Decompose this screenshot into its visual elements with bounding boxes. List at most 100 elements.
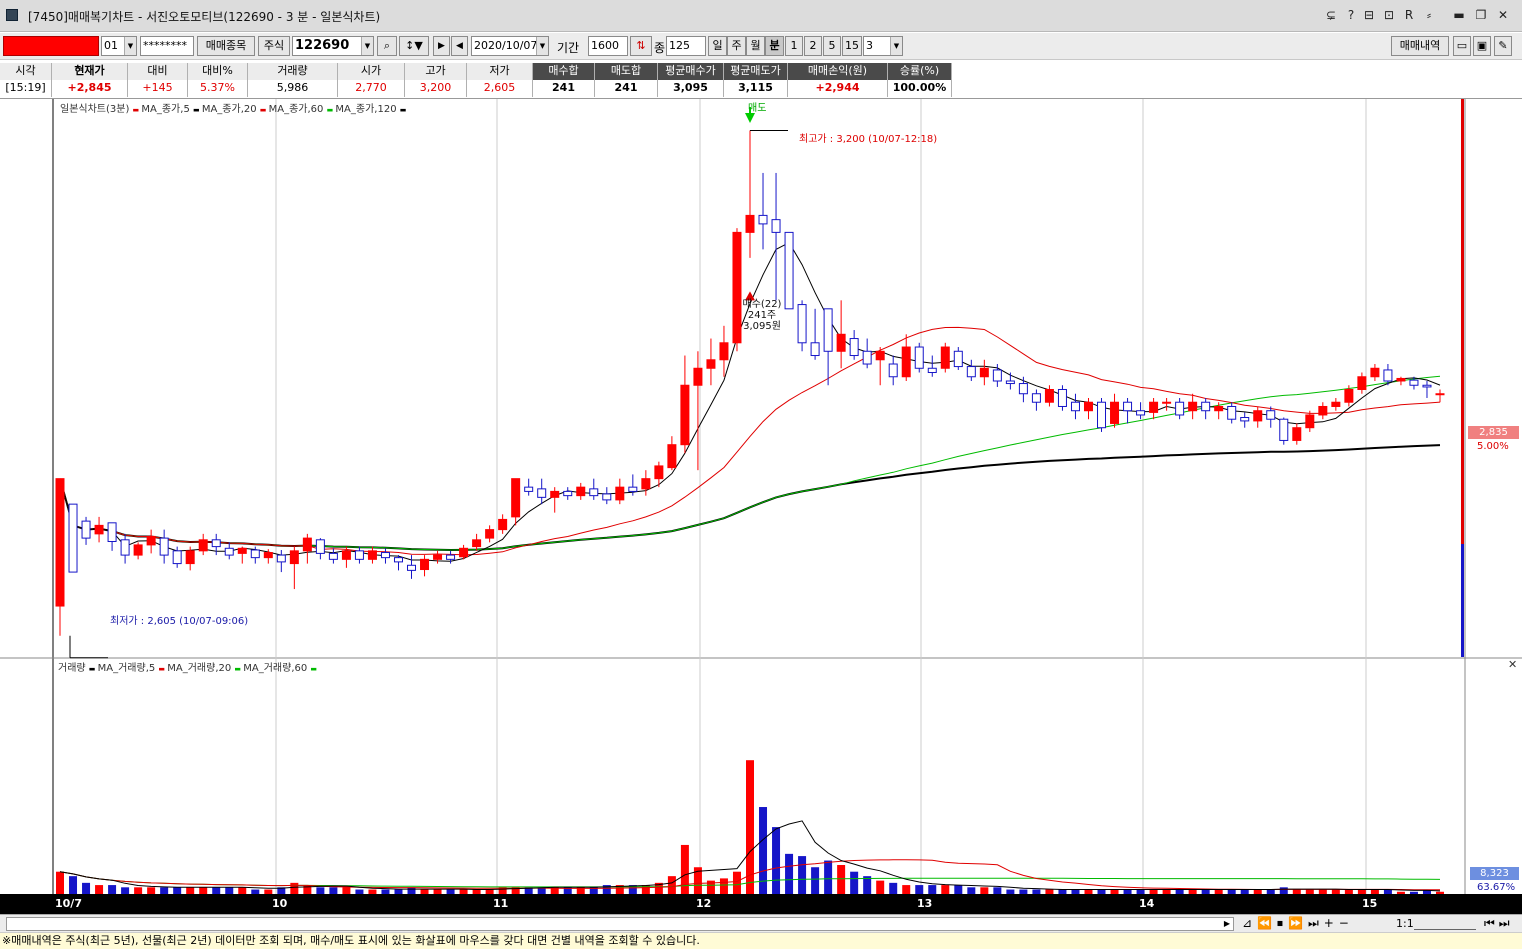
buy-marker-label[interactable]: 매수(22) 241주 3,095원 — [733, 299, 791, 332]
play-forward-icon[interactable]: ▶ — [433, 36, 450, 56]
volume-bar — [238, 887, 247, 894]
count-label: 종 — [654, 41, 666, 55]
market-button[interactable]: 주식 — [258, 36, 290, 56]
code-input[interactable]: 122690 ▼ — [292, 36, 374, 56]
account-number-select[interactable]: 01 ▼ — [101, 36, 137, 56]
volume-pct-label: 63.67% — [1477, 882, 1516, 893]
volume-legend: 거래량 ▬ MA_거래량,5 ▬ MA_거래량,20 ▬ MA_거래량,60 ▬ — [58, 659, 317, 674]
minute-2-button[interactable]: 2 — [804, 36, 822, 56]
screen-icon[interactable]: ⊟ — [1360, 6, 1378, 24]
minute-5-button[interactable]: 5 — [823, 36, 841, 56]
volume-bar — [160, 887, 169, 894]
help-icon[interactable]: ? — [1342, 6, 1360, 24]
refresh-icon[interactable]: R — [1400, 6, 1418, 24]
quote-value: 3,095 — [658, 80, 724, 97]
tab-minute[interactable]: 분 — [765, 36, 784, 56]
minute-15-button[interactable]: 15 — [842, 36, 862, 56]
app-icon — [6, 9, 18, 21]
minimize-button[interactable]: ▬ — [1450, 6, 1468, 24]
close-panel-icon[interactable]: ✕ — [1508, 658, 1517, 671]
candle — [485, 529, 495, 539]
quote-header: 현재가 — [52, 63, 128, 80]
candle — [628, 486, 638, 492]
quote-value: +145 — [128, 80, 188, 97]
save-icon[interactable]: ▣ — [1473, 36, 1491, 56]
sort-icon[interactable]: ↕▼ — [399, 36, 429, 56]
ma5-line — [59, 241, 1441, 562]
date-input[interactable]: 2020/10/07 ▼ — [471, 36, 549, 56]
trade-history-button[interactable]: 매매내역 — [1391, 36, 1449, 56]
zoom-slider[interactable] — [1414, 917, 1476, 930]
candle — [524, 486, 534, 492]
scroll-right-icon[interactable]: ▶ — [1221, 918, 1233, 930]
volume-bar — [407, 887, 416, 894]
quote-table: 시각 [15:19] 현재가 +2,845 대비 +145 대비% 5.37% 거래량 5,986… — [0, 61, 1522, 99]
layout-icon[interactable]: ⊊ — [1322, 6, 1340, 24]
compare-icon[interactable]: ⇅ — [630, 36, 652, 56]
sell-marker-label[interactable]: 매도 — [748, 99, 766, 114]
horizontal-scrollbar[interactable]: ▶ — [6, 917, 1234, 931]
count-input[interactable]: 125 — [666, 36, 706, 56]
volume-bar — [95, 885, 104, 894]
candle — [211, 539, 221, 548]
chevron-down-icon[interactable]: ▼ — [124, 37, 136, 55]
nav-controls[interactable]: ⊿⏪⏹⏩⏭+− — [1242, 916, 1354, 931]
pin-icon[interactable]: ⸗ — [1420, 6, 1438, 24]
legend-item[interactable]: MA_거래량,5 — [98, 663, 159, 674]
quote-header: 거래량 — [248, 63, 338, 80]
candle — [354, 550, 364, 560]
play-back-icon[interactable]: ◀ — [451, 36, 468, 56]
volume-bar — [928, 885, 937, 894]
legend-item[interactable]: MA_거래량,60 — [243, 663, 310, 674]
window-icon[interactable]: ⊡ — [1380, 6, 1398, 24]
legend-item[interactable]: 일본식차트(3분) — [60, 104, 133, 115]
legend-item[interactable]: MA_종가,5 — [141, 104, 193, 115]
quote-value: 5,986 — [248, 80, 338, 97]
maximize-button[interactable]: ❐ — [1472, 6, 1490, 24]
price-chart[interactable] — [0, 99, 1522, 894]
legend-swatch: ▬ — [88, 665, 98, 673]
candle — [172, 550, 182, 565]
zoom-ratio[interactable]: 1:1 — [1396, 917, 1414, 930]
candle — [1097, 401, 1107, 429]
period-label: 기간 — [557, 41, 580, 55]
quote-value: 2,605 — [467, 80, 533, 97]
minute-select[interactable]: 3 ▼ — [863, 36, 903, 56]
tab-month[interactable]: 월 — [746, 36, 765, 56]
search-icon[interactable]: ⌕ — [377, 36, 397, 56]
legend-item[interactable]: MA_거래량,20 — [167, 663, 234, 674]
end-nav-icon[interactable]: ⏮⏭ — [1484, 916, 1514, 931]
candle — [576, 486, 586, 497]
chevron-down-icon[interactable]: ▼ — [890, 37, 902, 55]
password-field[interactable]: ******** — [140, 36, 194, 56]
minute-1-button[interactable]: 1 — [785, 36, 803, 56]
candle — [667, 444, 677, 469]
legend-item[interactable]: MA_종가,60 — [269, 104, 327, 115]
legend-item[interactable]: 거래량 — [58, 663, 89, 674]
candle — [901, 346, 911, 378]
quote-header: 고가 — [405, 63, 467, 80]
close-button[interactable]: ✕ — [1494, 6, 1512, 24]
candle — [380, 552, 390, 559]
candle — [341, 550, 351, 560]
trade-item-button[interactable]: 매매종목 — [197, 36, 255, 56]
candle — [1175, 401, 1185, 416]
buy-label: 매수(22) — [742, 299, 782, 310]
legend-item[interactable]: MA_종가,20 — [202, 104, 260, 115]
chevron-down-icon[interactable]: ▼ — [536, 37, 548, 55]
candle — [758, 214, 768, 225]
volume-value-tag: 8,323 — [1470, 867, 1519, 880]
tab-day[interactable]: 일 — [708, 36, 727, 56]
tab-week[interactable]: 주 — [727, 36, 746, 56]
folder-icon[interactable]: ▭ — [1453, 36, 1471, 56]
wrench-icon[interactable]: ✎ — [1494, 36, 1512, 56]
chevron-down-icon[interactable]: ▼ — [361, 37, 373, 55]
quote-value: 3,200 — [405, 80, 467, 97]
candle — [1227, 405, 1237, 420]
candle — [446, 554, 456, 560]
legend-item[interactable]: MA_종가,120 — [335, 104, 399, 115]
account-field[interactable] — [3, 36, 99, 56]
candle — [1305, 414, 1315, 429]
period-input[interactable]: 1600 — [588, 36, 628, 56]
volume-bar — [147, 887, 156, 894]
